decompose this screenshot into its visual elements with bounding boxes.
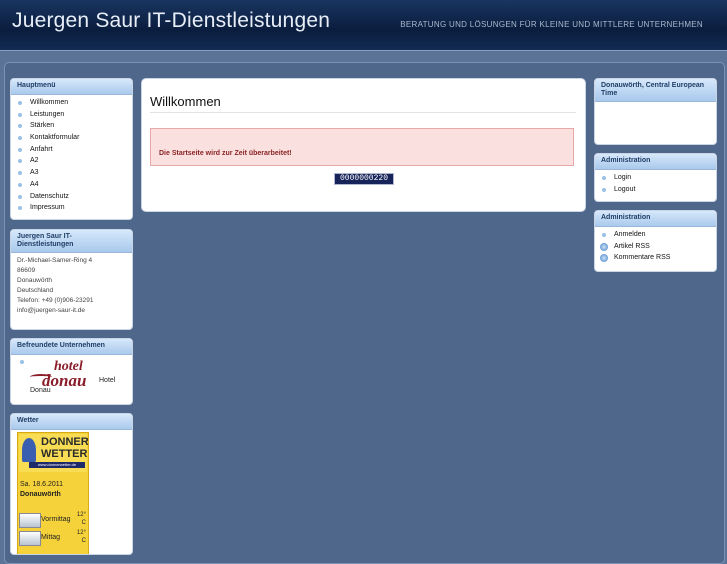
bullet-icon bbox=[18, 147, 22, 152]
weather-row-temp: 12° C bbox=[76, 512, 86, 526]
bullet-icon bbox=[18, 182, 22, 187]
bullet-icon bbox=[18, 124, 22, 129]
main-content: Willkommen Die Startseite wird zur Zeit … bbox=[141, 78, 586, 212]
admin-menu-2: Anmelden Artikel RSS Kommentare RSS bbox=[595, 227, 716, 264]
admin-title-2: Administration bbox=[595, 211, 716, 227]
friends-title: Befreundete Unternehmen bbox=[11, 339, 132, 355]
admin-title-1: Administration bbox=[595, 154, 716, 170]
company-box: Juergen Saur IT-Dienstleistungen Dr.-Mic… bbox=[10, 229, 133, 330]
admin-box-2: Administration Anmelden Artikel RSS Komm… bbox=[594, 210, 717, 272]
admin-menu-1: Login Logout bbox=[595, 170, 716, 195]
logo-url: www.donnerwetter.de bbox=[29, 462, 85, 468]
page-title: Willkommen bbox=[150, 94, 576, 113]
site-header: Juergen Saur IT-Dienstleistungen BERATUN… bbox=[0, 0, 727, 51]
menu-item-leistungen[interactable]: Leistungen bbox=[17, 109, 132, 121]
weather-widget[interactable]: DONNER WETTER www.donnerwetter.de Sa. 18… bbox=[17, 432, 89, 554]
weather-date: Sa. 18.6.2011 bbox=[20, 481, 64, 488]
login-link[interactable]: Login bbox=[601, 172, 716, 184]
bullet-icon bbox=[18, 194, 22, 199]
bullet-icon bbox=[18, 171, 22, 176]
menu-item-a4[interactable]: A4 bbox=[17, 179, 132, 191]
menu-item-impressum[interactable]: Impressum bbox=[17, 202, 132, 214]
bullet-icon bbox=[18, 101, 22, 105]
menu-item-datenschutz[interactable]: Datenschutz bbox=[17, 191, 132, 203]
weather-place: Donauwörth bbox=[20, 491, 61, 498]
cloud-icon bbox=[19, 513, 41, 528]
rss-icon bbox=[600, 242, 608, 251]
menu-item-willkommen[interactable]: Willkommen bbox=[17, 97, 132, 109]
register-link[interactable]: Anmelden bbox=[601, 229, 716, 241]
company-address: Dr.-Michael-Samer-Ring 4 86609 Donauwört… bbox=[11, 253, 132, 319]
weather-box: Wetter DONNER WETTER www.donnerwetter.de… bbox=[10, 413, 133, 555]
weather-row-label: Mittag bbox=[41, 534, 61, 541]
address-street: Dr.-Michael-Samer-Ring 4 bbox=[17, 257, 93, 264]
main-menu-box: Hauptmenü Willkommen Leistungen Stärken … bbox=[10, 78, 133, 220]
bullet-icon bbox=[18, 136, 22, 141]
menu-item-kontaktformular[interactable]: Kontaktformular bbox=[17, 132, 132, 144]
weather-title: Wetter bbox=[11, 414, 132, 430]
company-title: Juergen Saur IT-Dienstleistungen bbox=[11, 230, 132, 253]
admin-box-1: Administration Login Logout bbox=[594, 153, 717, 202]
donnerwetter-logo[interactable]: DONNER WETTER www.donnerwetter.de bbox=[19, 434, 89, 472]
rss-icon bbox=[600, 254, 608, 263]
site-slogan: BERATUNG UND LÖSUNGEN FÜR KLEINE UND MIT… bbox=[400, 20, 703, 29]
bullet-icon bbox=[602, 233, 606, 237]
bullet-icon bbox=[602, 187, 606, 192]
address-phone: Telefon: +49 (0)906-23291 bbox=[17, 297, 94, 304]
timezone-box: Donauwörth, Central European Time bbox=[594, 78, 717, 145]
bullet-icon bbox=[20, 360, 24, 364]
weather-row-temp: 12° C bbox=[76, 530, 86, 544]
menu-item-staerken[interactable]: Stärken bbox=[17, 120, 132, 132]
main-menu-title: Hauptmenü bbox=[11, 79, 132, 95]
logout-link[interactable]: Logout bbox=[601, 184, 716, 196]
bullet-icon bbox=[18, 159, 22, 164]
weather-row-label: Vormittag bbox=[41, 516, 71, 523]
friend-link-hotel[interactable]: Hotel bbox=[99, 377, 115, 384]
menu-item-anfahrt[interactable]: Anfahrt bbox=[17, 144, 132, 156]
weather-row: Mittag 12° C bbox=[19, 529, 87, 546]
weather-figure-icon bbox=[22, 438, 36, 462]
timezone-title: Donauwörth, Central European Time bbox=[595, 79, 716, 102]
address-email[interactable]: info@juergen-saur-it.de bbox=[17, 306, 126, 316]
logo-text-wetter: WETTER bbox=[41, 448, 88, 460]
visitor-counter: 0000000220 bbox=[334, 173, 394, 185]
main-menu: Willkommen Leistungen Stärken Kontaktfor… bbox=[11, 95, 132, 214]
comments-rss-link[interactable]: Kommentare RSS bbox=[600, 252, 716, 264]
logo-text-donner: DONNER bbox=[41, 436, 89, 448]
address-zip: 86609 bbox=[17, 267, 36, 274]
cloud-icon bbox=[19, 531, 41, 546]
friends-box: Befreundete Unternehmen hotel donau Hote… bbox=[10, 338, 133, 405]
site-title[interactable]: Juergen Saur IT-Dienstleistungen bbox=[12, 9, 330, 33]
menu-item-a2[interactable]: A2 bbox=[17, 155, 132, 167]
bullet-icon bbox=[18, 206, 22, 211]
friend-link-donau[interactable]: Donau bbox=[30, 387, 51, 394]
weather-row: Vormittag 12° C bbox=[19, 511, 87, 528]
hotel-donau-logo[interactable]: hotel donau bbox=[30, 359, 96, 390]
address-country: Deutschland bbox=[17, 287, 54, 294]
bullet-icon bbox=[18, 112, 22, 117]
address-city: Donauwörth bbox=[17, 277, 53, 284]
bullet-icon bbox=[602, 176, 606, 180]
menu-item-a3[interactable]: A3 bbox=[17, 167, 132, 179]
notice-message: Die Startseite wird zur Zeit überarbeite… bbox=[150, 128, 574, 166]
articles-rss-link[interactable]: Artikel RSS bbox=[600, 241, 716, 253]
